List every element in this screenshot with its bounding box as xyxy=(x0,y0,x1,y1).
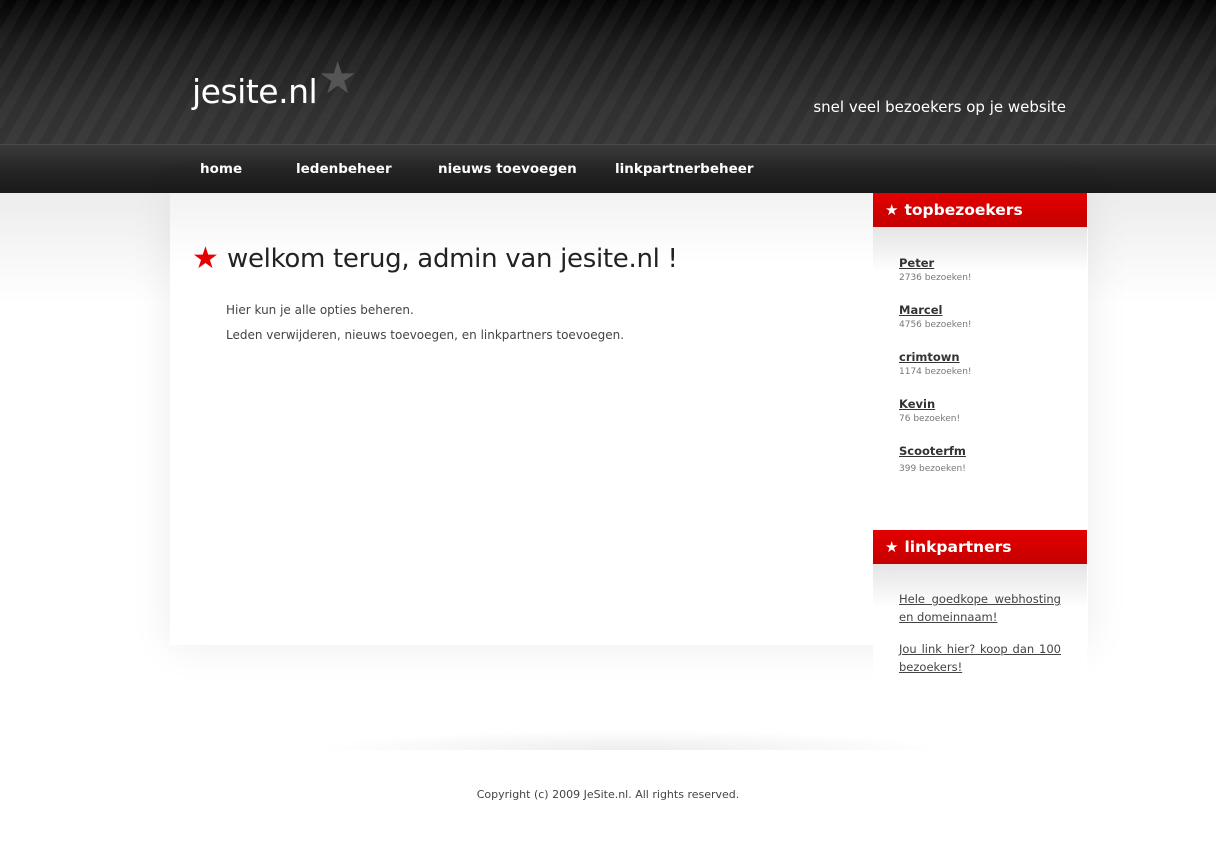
footer-divider xyxy=(310,730,950,750)
page-title: welkom terug, admin van jesite.nl ! xyxy=(227,244,678,274)
site-logo[interactable]: jesite.nl xyxy=(192,70,318,114)
nav-item-nieuws-toevoegen[interactable]: nieuws toevoegen xyxy=(438,159,577,179)
title-star-icon: ★ xyxy=(192,241,219,276)
linkpartners-title: linkpartners xyxy=(904,538,1012,556)
list-item: Scooterfm 399 bezoeken! xyxy=(899,443,966,476)
footer-copyright: Copyright (c) 2009 JeSite.nl. All rights… xyxy=(476,788,740,801)
nav-item-ledenbeheer[interactable]: ledenbeheer xyxy=(296,159,392,179)
intro-text: Hier kun je alle opties beheren. xyxy=(226,303,414,317)
site-header: jesite.nl ★ snel veel bezoekers op je we… xyxy=(0,0,1216,144)
linkpartner-link[interactable]: Jou link hier? koop dan 100 bezoekers! xyxy=(899,640,1061,676)
topbezoekers-title: topbezoekers xyxy=(904,201,1023,219)
logo-star-icon: ★ xyxy=(318,53,358,104)
visitor-name[interactable]: Kevin xyxy=(899,396,960,412)
nav-item-linkpartnerbeheer[interactable]: linkpartnerbeheer xyxy=(615,159,754,179)
list-item: Kevin 76 bezoeken! xyxy=(899,396,960,426)
site-tagline: snel veel bezoekers op je website xyxy=(813,98,1066,116)
visitor-name[interactable]: Marcel xyxy=(899,302,972,318)
visitor-name[interactable]: Scooterfm xyxy=(899,443,966,459)
visitor-count: 4756 bezoeken! xyxy=(899,320,972,330)
list-item: Peter 2736 bezoeken! xyxy=(899,255,972,285)
linkpartner-link[interactable]: Hele goedkope webhosting en domeinnaam! xyxy=(899,590,1061,626)
linkpartners-header: ★ linkpartners xyxy=(873,530,1087,564)
visitor-count: 76 bezoeken! xyxy=(899,414,961,424)
visitor-count: 1174 bezoeken! xyxy=(899,367,972,377)
visitor-name[interactable]: crimtown xyxy=(899,349,972,365)
list-item: crimtown 1174 bezoeken! xyxy=(899,349,972,379)
visitor-count: 399 bezoeken! xyxy=(899,464,966,474)
intro-text-detail: Leden verwijderen, nieuws toevoegen, en … xyxy=(226,328,625,342)
topbezoekers-header: ★ topbezoekers xyxy=(873,193,1087,227)
topbezoekers-star-icon: ★ xyxy=(885,201,899,219)
list-item: Marcel 4756 bezoeken! xyxy=(899,302,972,332)
visitor-name[interactable]: Peter xyxy=(899,255,972,271)
visitor-count: 2736 bezoeken! xyxy=(899,273,972,283)
linkpartners-star-icon: ★ xyxy=(885,538,899,556)
nav-item-home[interactable]: home xyxy=(200,159,242,179)
main-nav: home ledenbeheer nieuws toevoegen linkpa… xyxy=(0,144,1216,193)
